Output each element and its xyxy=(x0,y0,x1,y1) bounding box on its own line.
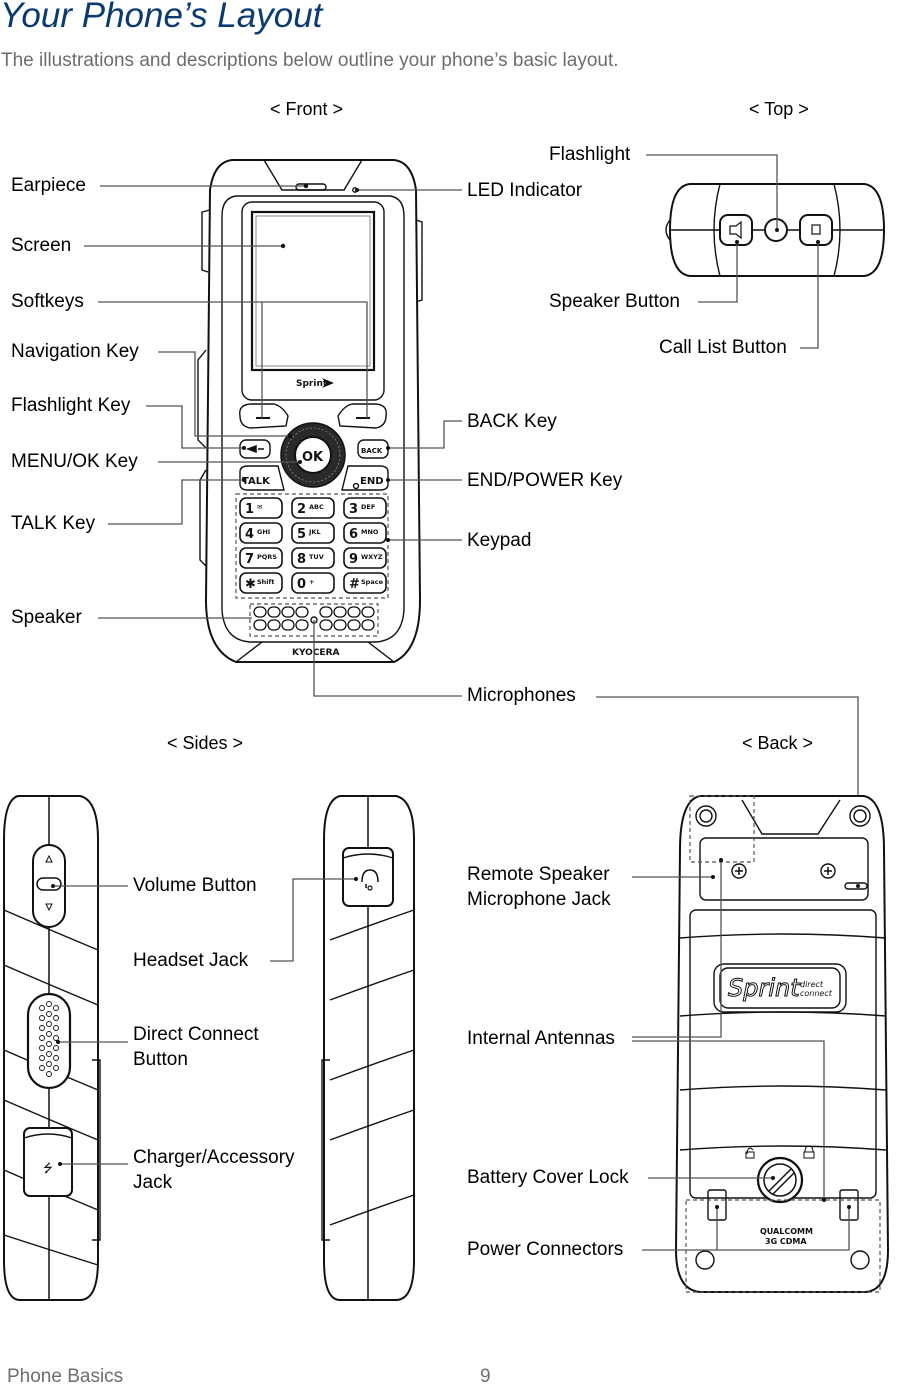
ok-key-label: OK xyxy=(302,450,324,465)
label-flashlight: Flashlight xyxy=(549,144,631,165)
keypad-key-8: 8 TUV xyxy=(291,547,335,569)
keypad-key-letters: ABC xyxy=(309,503,324,511)
keypad-key-letters: PQRS xyxy=(257,553,277,561)
kyocera-logo: KYOCERA xyxy=(292,648,340,658)
back-key-label: BACK xyxy=(361,447,383,455)
label-headset-jack: Headset Jack xyxy=(133,950,249,971)
label-volume-button: Volume Button xyxy=(133,875,257,896)
end-key-label: END xyxy=(360,476,384,487)
keypad-key-number: 8 xyxy=(297,552,306,567)
keypad-key-letters: DEF xyxy=(361,503,375,511)
label-menu-ok-key: MENU/OK Key xyxy=(11,451,138,472)
keypad-key-9: 9 WXYZ xyxy=(343,547,387,569)
keypad-key-number: 6 xyxy=(349,527,358,542)
keypad-key-number: 1 xyxy=(245,502,254,517)
label-battery-cover-lock: Battery Cover Lock xyxy=(467,1167,629,1188)
label-flashlight-key: Flashlight Key xyxy=(11,395,131,416)
page-title: Your Phone’s Layout xyxy=(0,0,323,35)
sides-view-heading: < Sides > xyxy=(167,733,244,753)
keypad-key-6: 6 MNO xyxy=(343,522,387,544)
keypad-key-number: 7 xyxy=(245,552,254,567)
keypad-key-5: 5 JKL xyxy=(291,522,335,544)
keypad-key-1: 1 ✉ xyxy=(239,497,283,519)
back-logo-connect: connect xyxy=(800,989,833,998)
keypad-key-number: ✱ xyxy=(245,577,256,592)
footer-section-name: Phone Basics xyxy=(7,1366,124,1387)
keypad-key-11: 0 + xyxy=(291,572,335,594)
label-direct-connect-button: Direct Connect Button xyxy=(133,1022,259,1072)
back-logo-direct: direct xyxy=(800,980,824,989)
keypad-key-number: 0 xyxy=(297,577,306,592)
keypad-key-letters: MNO xyxy=(361,528,379,536)
label-led-indicator: LED Indicator xyxy=(467,180,583,201)
label-earpiece: Earpiece xyxy=(11,175,86,196)
keypad-key-10: ✱ Shift xyxy=(239,572,283,594)
keypad-key-letters: ✉ xyxy=(257,503,262,511)
usb-icon: ⭍ xyxy=(43,1161,53,1175)
keypad-key-letters: JKL xyxy=(308,528,321,536)
talk-key-label: TALK xyxy=(242,476,271,487)
intro-text: The illustrations and descriptions below… xyxy=(1,50,619,71)
label-charger-accessory-jack: Charger/Accessory Jack xyxy=(133,1145,295,1195)
keypad-key-letters: WXYZ xyxy=(361,553,383,561)
keypad-key-letters: + xyxy=(309,578,314,586)
keypad-key-number: 4 xyxy=(245,527,254,542)
label-navigation-key: Navigation Key xyxy=(11,341,139,362)
label-power-connectors: Power Connectors xyxy=(467,1239,624,1260)
label-talk-key: TALK Key xyxy=(11,513,96,534)
label-speaker: Speaker xyxy=(11,607,82,628)
label-remote-speaker-microphone-jack: Remote Speaker Microphone Jack xyxy=(467,862,611,912)
back-view-heading: < Back > xyxy=(742,733,814,753)
keypad-key-number: 2 xyxy=(297,502,306,517)
label-line: Charger/Accessory xyxy=(133,1147,295,1168)
keypad-key-letters: TUV xyxy=(309,553,324,561)
label-line: Microphone Jack xyxy=(467,889,611,910)
left-side-illustration: ⭍ xyxy=(3,795,101,1301)
keypad-key-3: 3 DEF xyxy=(343,497,387,519)
label-microphones: Microphones xyxy=(467,685,576,706)
keypad-key-letters: Shift xyxy=(257,578,274,586)
top-view-heading: < Top > xyxy=(749,99,809,119)
label-line: Remote Speaker xyxy=(467,864,610,885)
label-line: Jack xyxy=(133,1172,173,1193)
keypad-key-2: 2 ABC xyxy=(291,497,335,519)
keypad-key-number: 5 xyxy=(297,527,306,542)
keypad-key-number: # xyxy=(349,577,360,592)
label-back-key: BACK Key xyxy=(467,411,557,432)
qualcomm-marking: QUALCOMM xyxy=(760,1227,813,1236)
right-side-illustration xyxy=(321,795,415,1301)
front-view-heading: < Front > xyxy=(270,99,344,119)
label-line: Button xyxy=(133,1049,188,1070)
back-phone-illustration: Sprint direct connect QUALCOMM 3G CDMA xyxy=(674,795,890,1293)
label-end-power-key: END/POWER Key xyxy=(467,470,623,491)
footer-page-number: 9 xyxy=(480,1366,491,1387)
keypad-key-7: 7 PQRS xyxy=(239,547,283,569)
label-call-list-button: Call List Button xyxy=(659,337,787,358)
keypad-key-letters: GHI xyxy=(257,528,270,536)
keypad-key-letters: Space xyxy=(361,578,384,586)
keypad-key-number: 3 xyxy=(349,502,358,517)
keypad-key-12: # Space xyxy=(343,572,387,594)
back-sprint-logo: Sprint xyxy=(728,974,801,1002)
cdma-marking: 3G CDMA xyxy=(765,1237,807,1246)
keypad-key-number: 9 xyxy=(349,552,358,567)
label-screen: Screen xyxy=(11,235,72,256)
label-line: Direct Connect xyxy=(133,1024,259,1045)
label-speaker-button: Speaker Button xyxy=(549,291,680,312)
label-softkeys: Softkeys xyxy=(11,291,84,312)
label-internal-antennas: Internal Antennas xyxy=(467,1028,615,1049)
label-keypad: Keypad xyxy=(467,530,532,551)
keypad-key-4: 4 GHI xyxy=(239,522,283,544)
